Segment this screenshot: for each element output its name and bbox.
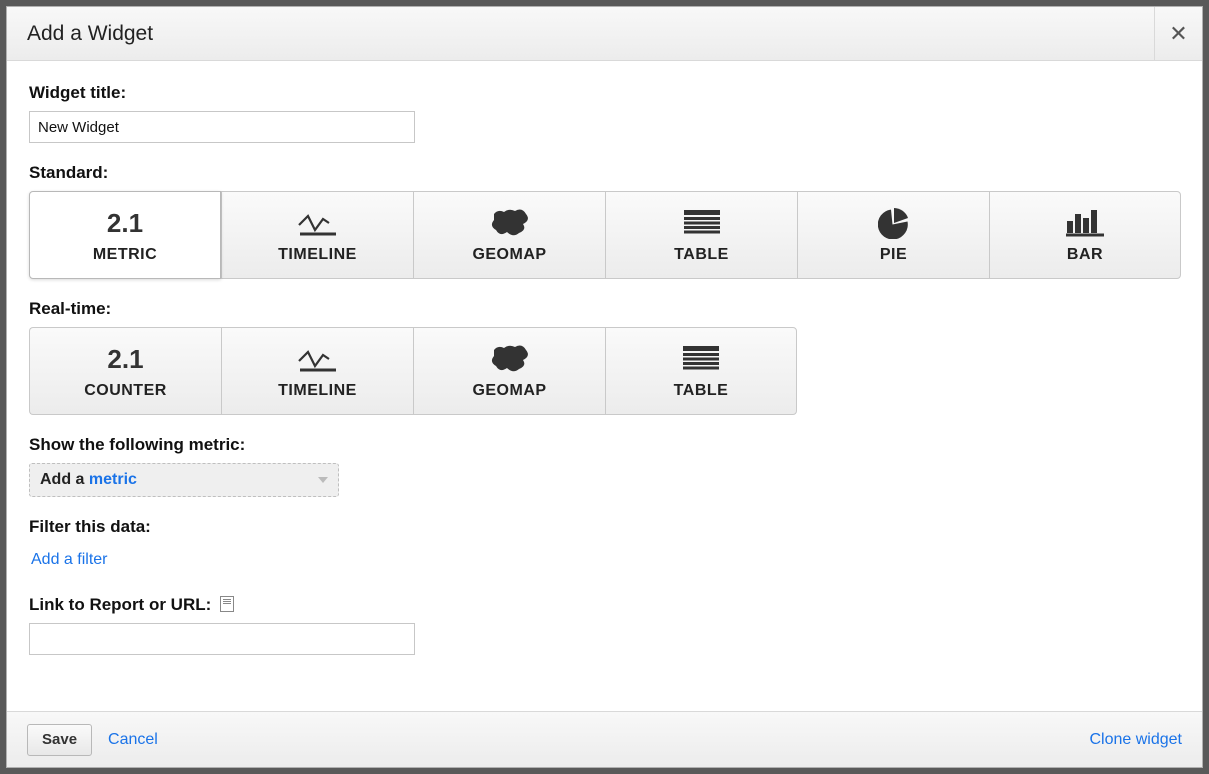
standard-tile-row: 2.1 METRIC TIMELINE GEOMAP	[29, 191, 1180, 279]
dialog-body: Widget title: Standard: 2.1 METRIC TIMEL…	[7, 61, 1202, 711]
add-metric-dropdown[interactable]: Add a metric	[29, 463, 339, 497]
clone-widget-link[interactable]: Clone widget	[1090, 731, 1183, 749]
link-report-input[interactable]	[29, 623, 415, 655]
tile-label: GEOMAP	[472, 246, 546, 264]
bar-icon	[1064, 206, 1106, 240]
save-button[interactable]: Save	[27, 724, 92, 756]
chevron-down-icon	[318, 477, 328, 483]
standard-label: Standard:	[29, 163, 1180, 183]
tile-rt-table[interactable]: TABLE	[605, 327, 797, 415]
widget-title-label: Widget title:	[29, 83, 1180, 103]
link-report-label: Link to Report or URL:	[29, 595, 1180, 615]
tile-label: PIE	[880, 246, 907, 264]
realtime-tile-row: 2.1 COUNTER TIMELINE GEOMAP	[29, 327, 1180, 415]
tile-label: TIMELINE	[278, 246, 357, 264]
tile-table[interactable]: TABLE	[605, 191, 797, 279]
tile-label: TIMELINE	[278, 382, 357, 400]
pie-icon	[878, 206, 910, 240]
timeline-icon	[298, 342, 338, 376]
link-report-section: Link to Report or URL:	[29, 595, 1180, 655]
geomap-icon	[489, 342, 531, 376]
close-icon: ✕	[1169, 21, 1187, 47]
tile-geomap[interactable]: GEOMAP	[413, 191, 605, 279]
tile-pie[interactable]: PIE	[797, 191, 989, 279]
tile-rt-timeline[interactable]: TIMELINE	[221, 327, 413, 415]
tile-bar[interactable]: BAR	[989, 191, 1181, 279]
standard-section: Standard: 2.1 METRIC TIMELINE GEOMA	[29, 163, 1180, 279]
tile-label: BAR	[1067, 246, 1103, 264]
tile-label: GEOMAP	[472, 382, 546, 400]
cancel-link[interactable]: Cancel	[108, 731, 158, 749]
close-button[interactable]: ✕	[1154, 7, 1202, 61]
table-icon	[681, 342, 721, 376]
tile-rt-geomap[interactable]: GEOMAP	[413, 327, 605, 415]
tile-timeline[interactable]: TIMELINE	[221, 191, 413, 279]
metric-section: Show the following metric: Add a metric	[29, 435, 1180, 497]
metric-label: Show the following metric:	[29, 435, 1180, 455]
tile-metric[interactable]: 2.1 METRIC	[29, 191, 221, 279]
add-widget-dialog: Add a Widget ✕ Widget title: Standard: 2…	[6, 6, 1203, 768]
widget-title-section: Widget title:	[29, 83, 1180, 143]
filter-label: Filter this data:	[29, 517, 1180, 537]
table-icon	[682, 206, 722, 240]
filter-section: Filter this data: Add a filter	[29, 517, 1180, 575]
counter-icon: 2.1	[107, 342, 143, 376]
realtime-section: Real-time: 2.1 COUNTER TIMELINE GEO	[29, 299, 1180, 415]
geomap-icon	[489, 206, 531, 240]
report-icon	[220, 596, 234, 612]
add-filter-link[interactable]: Add a filter	[31, 551, 107, 568]
metric-icon: 2.1	[107, 206, 143, 240]
tile-label: TABLE	[674, 382, 729, 400]
dialog-footer: Save Cancel Clone widget	[7, 711, 1202, 767]
tile-counter[interactable]: 2.1 COUNTER	[29, 327, 221, 415]
dialog-title: Add a Widget	[27, 22, 153, 46]
dialog-header: Add a Widget ✕	[7, 7, 1202, 61]
widget-title-input[interactable]	[29, 111, 415, 143]
realtime-label: Real-time:	[29, 299, 1180, 319]
timeline-icon	[298, 206, 338, 240]
tile-label: METRIC	[93, 246, 157, 264]
tile-label: COUNTER	[84, 382, 167, 400]
tile-label: TABLE	[674, 246, 729, 264]
add-metric-text: Add a metric	[40, 471, 137, 489]
